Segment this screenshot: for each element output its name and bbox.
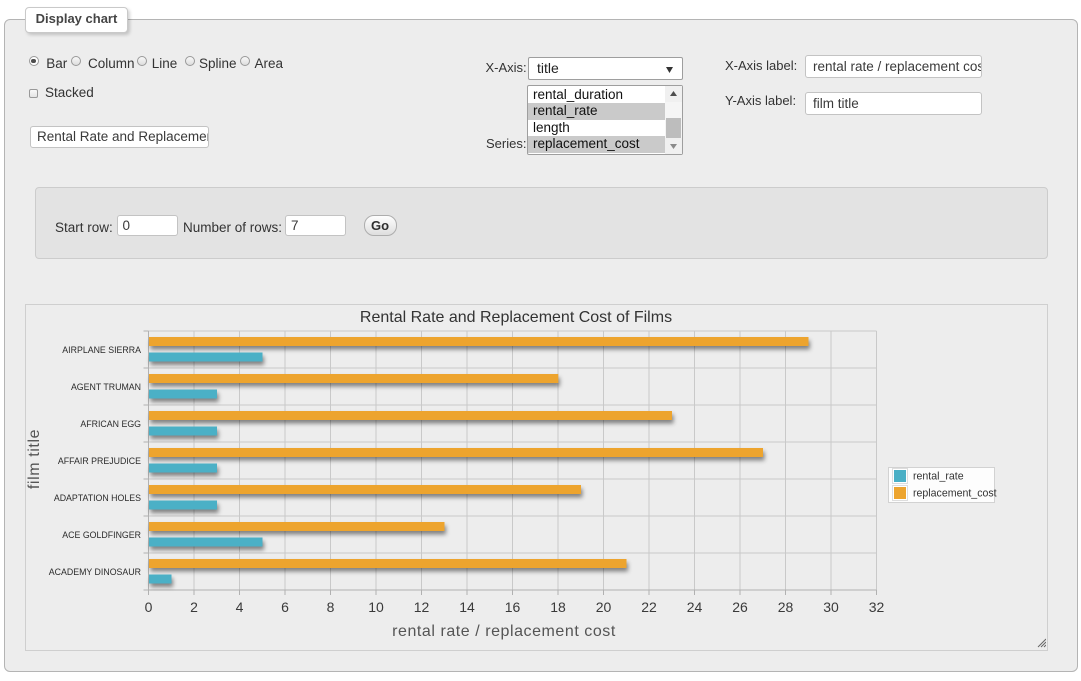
- svg-text:26: 26: [732, 599, 748, 615]
- svg-text:10: 10: [368, 599, 384, 615]
- svg-text:8: 8: [327, 599, 335, 615]
- svg-text:2: 2: [190, 599, 198, 615]
- svg-text:rental rate / replacement cost: rental rate / replacement cost: [392, 623, 616, 640]
- svg-text:replacement_cost: replacement_cost: [913, 488, 997, 500]
- svg-text:AIRPLANE SIERRA: AIRPLANE SIERRA: [62, 345, 141, 355]
- svg-text:22: 22: [641, 599, 657, 615]
- svg-text:14: 14: [459, 599, 475, 615]
- svg-text:32: 32: [869, 599, 885, 615]
- svg-text:AFFAIR PREJUDICE: AFFAIR PREJUDICE: [58, 456, 141, 466]
- svg-text:ADAPTATION HOLES: ADAPTATION HOLES: [54, 493, 141, 503]
- svg-text:AFRICAN EGG: AFRICAN EGG: [80, 419, 141, 429]
- svg-text:20: 20: [596, 599, 612, 615]
- svg-text:24: 24: [687, 599, 703, 615]
- svg-text:film title: film title: [26, 429, 43, 489]
- svg-text:18: 18: [550, 599, 566, 615]
- svg-text:ACE GOLDFINGER: ACE GOLDFINGER: [62, 530, 141, 540]
- svg-text:16: 16: [505, 599, 521, 615]
- svg-text:rental_rate: rental_rate: [913, 471, 964, 483]
- svg-text:28: 28: [778, 599, 794, 615]
- svg-text:0: 0: [145, 599, 153, 615]
- svg-text:AGENT TRUMAN: AGENT TRUMAN: [71, 382, 141, 392]
- svg-text:4: 4: [236, 599, 244, 615]
- svg-text:30: 30: [823, 599, 839, 615]
- svg-text:12: 12: [414, 599, 430, 615]
- svg-text:Rental Rate and Replacement Co: Rental Rate and Replacement Cost of Film…: [360, 309, 672, 326]
- svg-text:ACADEMY DINOSAUR: ACADEMY DINOSAUR: [49, 567, 141, 577]
- svg-text:6: 6: [281, 599, 289, 615]
